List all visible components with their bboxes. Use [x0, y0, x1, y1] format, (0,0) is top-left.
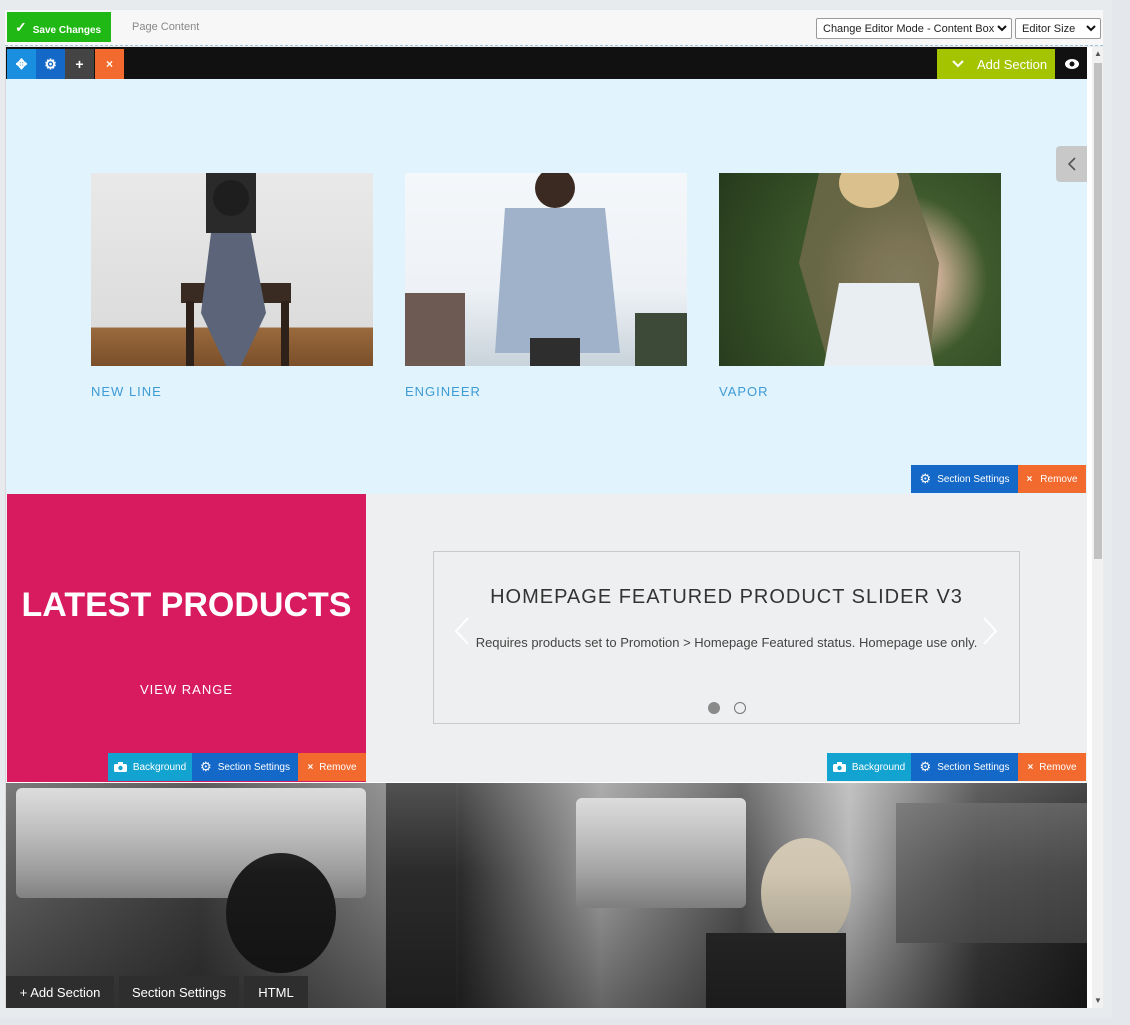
- card-image: [719, 173, 1001, 366]
- collapse-panel-tab[interactable]: [1056, 146, 1087, 182]
- gear-icon: ⚙: [919, 759, 932, 774]
- close-icon: ×: [1026, 473, 1033, 485]
- chevron-right-icon[interactable]: [980, 616, 1000, 646]
- scrollbar-thumb[interactable]: [1094, 63, 1102, 559]
- featured-product-slider[interactable]: HOMEPAGE FEATURED PRODUCT SLIDER V3 Requ…: [433, 551, 1020, 724]
- editor-canvas: ✥ ⚙ + × Add Section NEW LINE ENGINEER VA…: [5, 47, 1103, 1008]
- vertical-scrollbar[interactable]: ▲ ▼: [1092, 47, 1103, 1008]
- view-range-link[interactable]: VIEW RANGE: [7, 682, 366, 697]
- gear-icon: ⚙: [919, 471, 932, 486]
- camera-icon: [113, 762, 127, 772]
- section-hero-image[interactable]: + Add Section Section Settings HTML: [6, 783, 1087, 1008]
- section-settings-button[interactable]: ⚙ Section Settings: [911, 465, 1018, 493]
- check-icon: ✓: [15, 19, 27, 35]
- add-section-button[interactable]: + Add Section: [6, 976, 114, 1008]
- close-icon[interactable]: ×: [95, 49, 124, 79]
- card-vapor[interactable]: VAPOR: [719, 173, 1001, 399]
- slider-title: HOMEPAGE FEATURED PRODUCT SLIDER V3: [490, 586, 963, 608]
- top-toolbar: ✓ Save Changes Page Content Change Edito…: [5, 10, 1103, 46]
- row-toolbar: ✥ ⚙ + × Add Section: [6, 47, 1087, 79]
- close-icon: ×: [1027, 761, 1034, 773]
- save-changes-label: Save Changes: [32, 24, 102, 36]
- promo-block[interactable]: LATEST PRODUCTS VIEW RANGE: [7, 494, 366, 782]
- section-latest-products[interactable]: LATEST PRODUCTS VIEW RANGE HOMEPAGE FEAT…: [6, 494, 1087, 782]
- remove-section-button[interactable]: × Remove: [1018, 465, 1086, 493]
- remove-section-button[interactable]: × Remove: [1018, 753, 1086, 781]
- right-gutter: [1112, 0, 1130, 1025]
- save-changes-button[interactable]: ✓ Save Changes: [7, 12, 111, 42]
- section-settings-label: Section Settings: [937, 761, 1010, 773]
- background-label: Background: [851, 761, 906, 773]
- card-image: [91, 173, 373, 366]
- section-settings-button[interactable]: ⚙ Section Settings: [192, 753, 298, 781]
- html-button[interactable]: HTML: [244, 976, 308, 1008]
- section-settings-button[interactable]: Section Settings: [119, 976, 239, 1008]
- promo-title: LATEST PRODUCTS: [21, 586, 352, 624]
- close-icon: ×: [307, 761, 314, 773]
- gear-icon[interactable]: ⚙: [36, 49, 65, 79]
- editor-mode-select[interactable]: Change Editor Mode - Content Box: [816, 18, 1012, 39]
- page-content-label: Page Content: [132, 21, 200, 33]
- card-title[interactable]: NEW LINE: [91, 384, 373, 399]
- card-new-line[interactable]: NEW LINE: [91, 173, 373, 399]
- editor-size-select[interactable]: Editor Size: [1015, 18, 1101, 39]
- background-label: Background: [132, 761, 187, 773]
- section-featured-cards[interactable]: NEW LINE ENGINEER VAPOR ⚙ Section Settin…: [6, 79, 1087, 494]
- section-settings-label: Section Settings: [937, 473, 1010, 485]
- chevron-left-icon[interactable]: [452, 616, 472, 646]
- remove-label: Remove: [319, 761, 357, 773]
- move-icon[interactable]: ✥: [7, 49, 36, 79]
- background-button[interactable]: Background: [108, 753, 192, 781]
- background-button[interactable]: Background: [827, 753, 911, 781]
- slider-dot[interactable]: [734, 702, 746, 714]
- editor-mode-value: Change Editor Mode - Content Box: [823, 22, 995, 35]
- add-section-label: Add Section: [977, 56, 1048, 72]
- remove-section-button[interactable]: × Remove: [298, 753, 366, 781]
- chevron-down-icon: [1086, 22, 1096, 34]
- bottom-gutter: [0, 1018, 1130, 1025]
- slider-description: Requires products set to Promotion > Hom…: [475, 635, 978, 650]
- chevron-left-icon: [1067, 157, 1077, 171]
- chevron-down-icon: [997, 22, 1007, 34]
- chevron-down-icon: [951, 59, 965, 69]
- remove-label: Remove: [1039, 761, 1077, 773]
- slider-dot-active[interactable]: [708, 702, 720, 714]
- editor-window: ✓ Save Changes Page Content Change Edito…: [0, 0, 1130, 1025]
- card-title[interactable]: ENGINEER: [405, 384, 687, 399]
- scroll-down-icon[interactable]: ▼: [1092, 994, 1103, 1008]
- section-settings-button[interactable]: ⚙ Section Settings: [911, 753, 1018, 781]
- remove-label: Remove: [1040, 473, 1078, 485]
- camera-icon: [832, 762, 846, 772]
- image-shade: [6, 783, 1087, 1008]
- gear-icon: ⚙: [200, 759, 212, 774]
- card-image: [405, 173, 687, 366]
- editor-size-value: Editor Size: [1022, 22, 1076, 35]
- plus-icon[interactable]: +: [65, 49, 94, 79]
- eye-icon[interactable]: [1056, 49, 1087, 79]
- card-title[interactable]: VAPOR: [719, 384, 1001, 399]
- scroll-up-icon[interactable]: ▲: [1092, 47, 1103, 61]
- card-engineer[interactable]: ENGINEER: [405, 173, 687, 399]
- add-section-button[interactable]: Add Section: [937, 49, 1055, 79]
- section-settings-label: Section Settings: [217, 761, 290, 773]
